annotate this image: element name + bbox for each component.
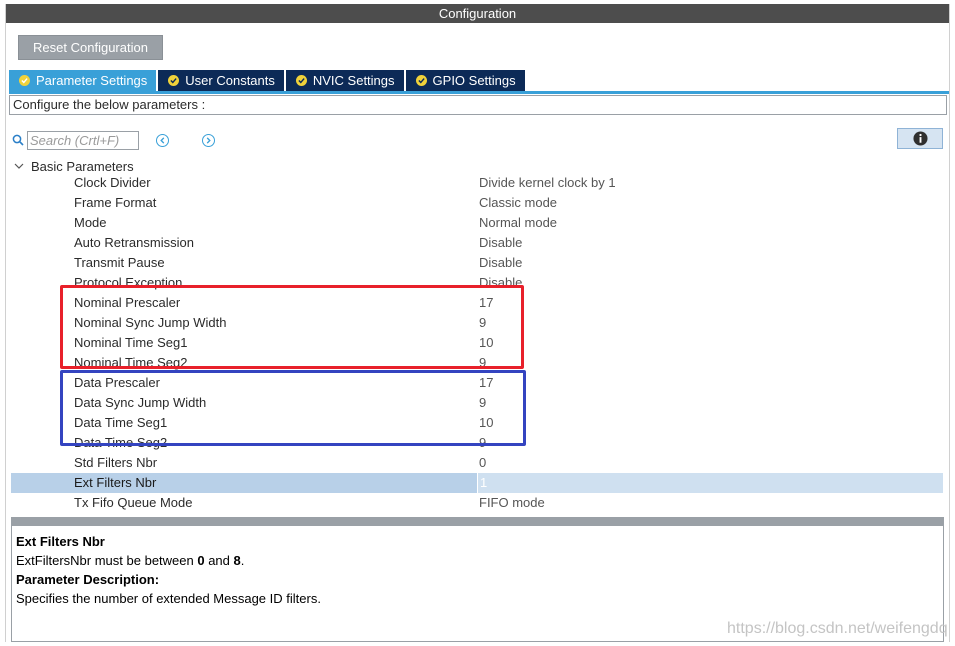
parameter-name: Ext Filters Nbr	[74, 475, 157, 490]
tab-parameter-settings[interactable]: Parameter Settings	[9, 70, 157, 91]
check-circle-icon	[19, 75, 30, 86]
parameter-row-ext-filters-nbr[interactable]: Ext Filters Nbr 1	[11, 473, 943, 493]
info-icon	[912, 131, 928, 146]
parameter-row-clock-divider[interactable]: Clock Divider Divide kernel clock by 1	[11, 173, 943, 193]
parameter-value[interactable]: FIFO mode	[479, 493, 545, 513]
description-section-label: Parameter Description:	[16, 572, 160, 587]
tab-bar: Parameter Settings User Constants NVIC S…	[9, 70, 527, 91]
tab-label: NVIC Settings	[312, 73, 395, 88]
range-middle: and	[204, 553, 234, 568]
description-range-line: ExtFiltersNbr must be between 0 and 8.	[16, 551, 939, 570]
search-icon[interactable]	[12, 133, 26, 147]
description-panel-bar	[12, 518, 943, 526]
parameter-name: Std Filters Nbr	[74, 455, 158, 470]
tab-user-constants[interactable]: User Constants	[158, 70, 284, 91]
parameter-value-input[interactable]: 1	[477, 473, 943, 493]
tab-underline	[9, 91, 949, 94]
parameter-row-tx-fifo-queue-mode[interactable]: Tx Fifo Queue Mode FIFO mode	[11, 493, 943, 513]
range-max: 8	[233, 553, 241, 568]
tab-gpio-settings[interactable]: GPIO Settings	[405, 70, 525, 91]
range-min: 0	[197, 553, 205, 568]
window-title: Configuration	[6, 4, 949, 23]
description-text: Specifies the number of extended Message…	[16, 591, 321, 606]
range-suffix: .	[240, 553, 245, 568]
parameter-row-mode[interactable]: Mode Normal mode	[11, 213, 943, 233]
tab-nvic-settings[interactable]: NVIC Settings	[285, 70, 404, 91]
parameter-value[interactable]: 0	[479, 453, 486, 473]
parameter-name: Transmit Pause	[74, 255, 165, 270]
parameter-value[interactable]: Normal mode	[479, 213, 557, 233]
configure-instructions: Configure the below parameters :	[9, 95, 947, 115]
parameter-row-frame-format[interactable]: Frame Format Classic mode	[11, 193, 943, 213]
data-params-highlight-box	[60, 370, 526, 446]
description-title: Ext Filters Nbr	[16, 534, 105, 549]
tab-label: GPIO Settings	[432, 73, 516, 88]
description-content: Ext Filters Nbr ExtFiltersNbr must be be…	[12, 526, 943, 614]
parameter-value[interactable]: Classic mode	[479, 193, 557, 213]
check-circle-icon	[415, 75, 427, 86]
parameter-row-auto-retransmission[interactable]: Auto Retransmission Disable	[11, 233, 943, 253]
parameter-name: Frame Format	[74, 195, 157, 210]
parameter-row-transmit-pause[interactable]: Transmit Pause Disable	[11, 253, 943, 273]
search-bar	[12, 130, 215, 150]
parameter-value[interactable]: Disable	[479, 253, 522, 273]
check-circle-icon	[295, 75, 307, 86]
chevron-right-icon[interactable]	[202, 133, 215, 147]
nominal-params-highlight-box	[60, 285, 524, 369]
range-prefix: ExtFiltersNbr must be between	[16, 553, 198, 568]
chevron-left-icon[interactable]	[156, 133, 169, 147]
parameter-name: Auto Retransmission	[74, 235, 194, 250]
tab-label: Parameter Settings	[36, 73, 148, 88]
search-input[interactable]	[27, 130, 139, 150]
watermark: https://blog.csdn.net/weifengdq	[727, 620, 948, 637]
check-circle-icon	[168, 75, 180, 86]
parameter-name: Clock Divider	[74, 175, 151, 190]
parameter-row-std-filters-nbr[interactable]: Std Filters Nbr 0	[11, 453, 943, 473]
tab-label: User Constants	[185, 73, 275, 88]
chevron-down-icon	[14, 163, 24, 169]
parameter-name: Mode	[74, 215, 107, 230]
group-label: Basic Parameters	[31, 158, 134, 174]
parameter-value[interactable]: Divide kernel clock by 1	[479, 173, 616, 193]
info-button[interactable]	[897, 128, 943, 149]
parameter-value[interactable]: Disable	[479, 233, 522, 253]
parameter-name: Tx Fifo Queue Mode	[74, 495, 193, 510]
reset-configuration-button[interactable]: Reset Configuration	[18, 35, 163, 60]
